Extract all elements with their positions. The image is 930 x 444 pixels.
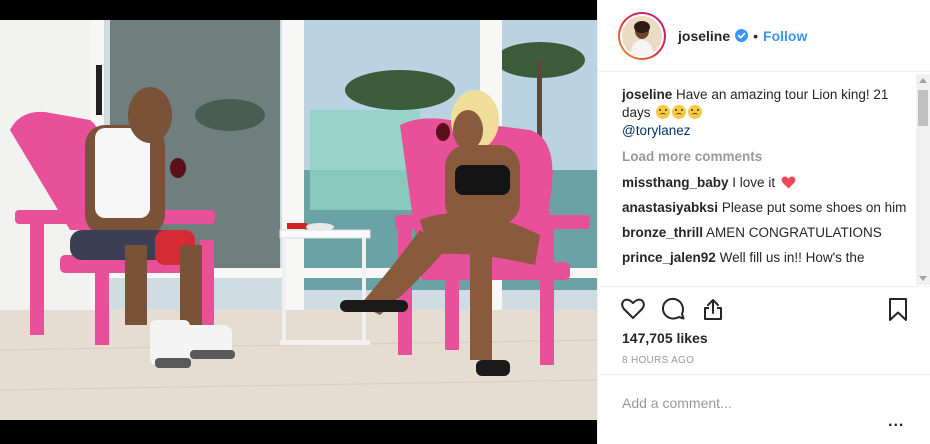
header-separator: • bbox=[753, 27, 759, 44]
comment-username[interactable]: missthang_baby bbox=[622, 175, 729, 190]
comment-item: anastasiyabksi Please put some shoes on … bbox=[622, 199, 918, 217]
add-comment-section: ... bbox=[598, 374, 930, 444]
more-options-icon[interactable]: ... bbox=[888, 413, 904, 431]
post-header: joseline • Follow bbox=[598, 0, 930, 72]
load-more-comments-button[interactable]: Load more comments bbox=[622, 148, 918, 166]
face-emoji bbox=[688, 105, 703, 119]
comment-item: bronze_thrill AMEN CONGRATULATIONS bbox=[622, 224, 918, 242]
scrollbar-thumb[interactable] bbox=[918, 90, 928, 126]
comment-text: I love it bbox=[732, 175, 776, 190]
likes-count[interactable]: 147,705 likes bbox=[622, 330, 708, 346]
post-timestamp[interactable]: 8 HOURS AGO bbox=[622, 355, 694, 366]
comment-text: Well fill us in!! How's the bbox=[719, 250, 865, 265]
avatar-story-ring[interactable] bbox=[618, 11, 666, 60]
caption-username[interactable]: joseline bbox=[622, 87, 672, 102]
comments-scrollbar[interactable] bbox=[916, 74, 930, 285]
comment-text: AMEN CONGRATULATIONS bbox=[706, 225, 882, 240]
post-photo[interactable] bbox=[0, 20, 597, 420]
avatar-inner bbox=[620, 13, 664, 58]
comment-item: missthang_baby I love it bbox=[622, 174, 918, 192]
follow-button[interactable]: Follow bbox=[763, 28, 807, 44]
face-emoji bbox=[672, 105, 687, 119]
post-image bbox=[0, 20, 597, 420]
comment-username[interactable]: prince_jalen92 bbox=[622, 250, 716, 265]
verified-badge-icon bbox=[735, 29, 749, 42]
action-bar bbox=[598, 286, 930, 330]
comment-icon[interactable] bbox=[660, 296, 686, 322]
scroll-up-arrow-icon[interactable] bbox=[919, 78, 927, 83]
comment-text: Please put some shoes on him bbox=[721, 200, 907, 215]
red-heart-emoji bbox=[781, 176, 796, 189]
share-icon[interactable] bbox=[700, 296, 726, 322]
avatar-image bbox=[622, 15, 662, 56]
bookmark-icon[interactable] bbox=[885, 296, 911, 322]
header-username[interactable]: joseline bbox=[678, 28, 730, 44]
caption-mention-link[interactable]: @torylanez bbox=[622, 123, 690, 138]
add-comment-input[interactable] bbox=[622, 395, 872, 411]
caption: joseline Have an amazing tour Lion king!… bbox=[622, 86, 918, 140]
comments-list: joseline Have an amazing tour Lion king!… bbox=[598, 73, 918, 285]
post-photo-area bbox=[0, 0, 597, 444]
comment-username[interactable]: anastasiyabksi bbox=[622, 200, 718, 215]
face-emoji bbox=[656, 105, 671, 119]
comment-username[interactable]: bronze_thrill bbox=[622, 225, 703, 240]
comment-item: prince_jalen92 Well fill us in!! How's t… bbox=[622, 249, 918, 267]
avatar bbox=[622, 15, 662, 56]
heart-outline-icon[interactable] bbox=[620, 296, 646, 322]
scroll-down-arrow-icon[interactable] bbox=[919, 276, 927, 281]
post-side-panel: joseline • Follow joseline Have an amazi… bbox=[597, 0, 930, 444]
